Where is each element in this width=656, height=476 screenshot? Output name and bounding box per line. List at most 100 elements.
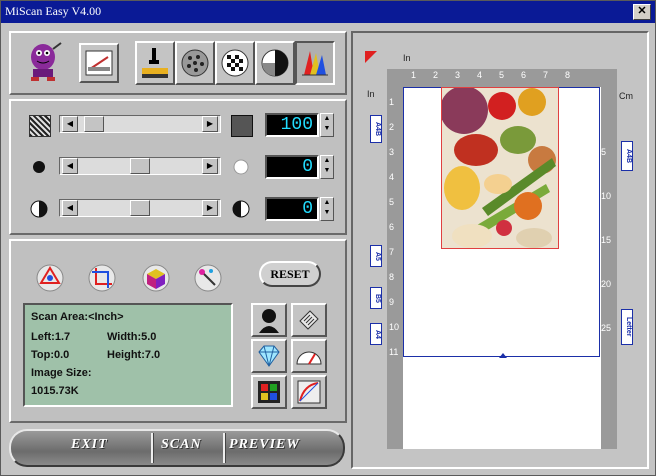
contrast-spinner[interactable]: ▲ ▼ bbox=[320, 197, 334, 221]
resolution-display[interactable]: 100 bbox=[265, 113, 319, 137]
mascot-icon[interactable] bbox=[25, 39, 65, 83]
page-size-tab-a5[interactable]: A5 bbox=[370, 245, 382, 267]
contrast-thumb[interactable] bbox=[130, 200, 150, 216]
scan-button[interactable]: SCAN bbox=[161, 437, 202, 453]
left-ruler-tick: 1 bbox=[389, 97, 395, 107]
left-ruler-tick: 9 bbox=[389, 297, 395, 307]
color-cube-icon bbox=[142, 264, 170, 292]
brightness-left-arrow[interactable]: ◀ bbox=[62, 158, 78, 174]
app-window: MiScan Easy V4.00 ✕ ◀ ▶ 100 ▲ ▼ ◀ ▶ 0 ▲ … bbox=[0, 0, 656, 476]
resolution-slider[interactable]: ◀ ▶ bbox=[59, 115, 221, 133]
selection-handle[interactable] bbox=[499, 353, 507, 358]
right-ruler: 5 10 15 20 25 bbox=[601, 83, 615, 373]
left-ruler-tick: 5 bbox=[389, 197, 395, 207]
top-ruler-tick: 6 bbox=[521, 70, 527, 80]
left-unit-label: In bbox=[367, 89, 375, 99]
contrast-mode-button[interactable] bbox=[255, 41, 295, 85]
preview-panel: In In Cm 1 2 3 4 5 6 7 8 1 2 3 4 5 6 7 8 9 10 11 5 10 15 20 2… bbox=[351, 31, 649, 469]
left-ruler-tick: 8 bbox=[389, 272, 395, 282]
resolution-fine-icon bbox=[231, 115, 253, 137]
brightness-slider[interactable]: ◀ ▶ bbox=[59, 157, 221, 175]
color-balance-button[interactable] bbox=[35, 263, 65, 293]
color-icon bbox=[302, 51, 328, 76]
top-ruler-tick: 4 bbox=[477, 70, 483, 80]
title-bar: MiScan Easy V4.00 ✕ bbox=[1, 1, 655, 23]
action-separator bbox=[151, 433, 154, 463]
top-ruler-tick: 5 bbox=[499, 70, 505, 80]
page-size-tab-a4b-left[interactable]: A4B bbox=[370, 115, 382, 143]
document-icon bbox=[299, 310, 319, 330]
left-ruler-tick: 10 bbox=[389, 322, 400, 332]
resolution-thumb[interactable] bbox=[84, 116, 104, 132]
reset-button[interactable]: RESET bbox=[259, 261, 321, 287]
width-value: Width:5.0 bbox=[107, 331, 157, 343]
scanner-button[interactable] bbox=[79, 43, 119, 83]
contrast-low-icon bbox=[29, 199, 49, 219]
preview-image[interactable] bbox=[441, 87, 559, 249]
contrast-display[interactable]: 0 bbox=[265, 197, 319, 221]
color-cube-button[interactable] bbox=[141, 263, 171, 293]
brightness-high-icon bbox=[231, 157, 251, 177]
gem-button[interactable] bbox=[251, 339, 287, 373]
curve-button[interactable] bbox=[291, 375, 327, 409]
left-ruler-tick: 6 bbox=[389, 222, 395, 232]
right-ruler-tick: 25 bbox=[601, 323, 612, 333]
document-button[interactable] bbox=[291, 303, 327, 337]
origin-marker-icon[interactable] bbox=[365, 51, 377, 63]
top-unit-label: In bbox=[403, 53, 411, 63]
curve-icon bbox=[297, 380, 321, 404]
resolution-icon bbox=[29, 115, 51, 137]
brightness-display[interactable]: 0 bbox=[265, 155, 319, 179]
highlight-shadow-icon bbox=[142, 48, 168, 78]
page-size-tab-a4[interactable]: A4 bbox=[370, 323, 382, 345]
page-size-tab-letter[interactable]: Letter bbox=[621, 309, 633, 345]
contrast-slider[interactable]: ◀ ▶ bbox=[59, 199, 221, 217]
height-value: Height:7.0 bbox=[107, 349, 161, 361]
resolution-left-arrow[interactable]: ◀ bbox=[62, 116, 78, 132]
top-value: Top:0.0 bbox=[31, 349, 70, 361]
right-ruler-tick: 20 bbox=[601, 279, 612, 289]
left-ruler-tick: 4 bbox=[389, 172, 395, 182]
resolution-right-arrow[interactable]: ▶ bbox=[202, 116, 218, 132]
contrast-icon bbox=[261, 49, 289, 77]
brightness-spinner[interactable]: ▲ ▼ bbox=[320, 155, 334, 179]
left-ruler-tick: 7 bbox=[389, 247, 395, 257]
close-button[interactable]: ✕ bbox=[633, 4, 651, 20]
brightness-icon bbox=[29, 157, 49, 177]
left-ruler-tick: 3 bbox=[389, 147, 395, 157]
timer-button[interactable] bbox=[291, 339, 327, 373]
exit-button[interactable]: EXIT bbox=[71, 437, 108, 453]
top-ruler-tick: 2 bbox=[433, 70, 439, 80]
contrast-right-arrow[interactable]: ▶ bbox=[202, 200, 218, 216]
contrast-high-icon bbox=[231, 199, 251, 219]
brightness-right-arrow[interactable]: ▶ bbox=[202, 158, 218, 174]
dither-button[interactable] bbox=[215, 41, 255, 85]
page-size-tab-a4b-right[interactable]: A4B bbox=[621, 141, 633, 171]
highlight-shadow-button[interactable] bbox=[135, 41, 175, 85]
filter-icon bbox=[258, 381, 280, 403]
brightness-thumb[interactable] bbox=[130, 158, 150, 174]
magic-wand-icon bbox=[194, 264, 222, 292]
magic-wand-button[interactable] bbox=[193, 263, 223, 293]
halftone-button[interactable] bbox=[175, 41, 215, 85]
gem-icon bbox=[258, 345, 280, 367]
preview-button[interactable]: PREVIEW bbox=[229, 437, 300, 453]
scanner-icon bbox=[85, 50, 113, 76]
timer-icon bbox=[296, 351, 322, 365]
halftone-icon bbox=[181, 49, 209, 77]
filter-button[interactable] bbox=[251, 375, 287, 409]
top-ruler: 1 2 3 4 5 6 7 8 bbox=[403, 69, 613, 83]
page-size-tab-b5[interactable]: B5 bbox=[370, 287, 382, 309]
toolbar-panel bbox=[9, 31, 347, 95]
right-ruler-tick: 15 bbox=[601, 235, 612, 245]
contrast-left-arrow[interactable]: ◀ bbox=[62, 200, 78, 216]
action-separator bbox=[223, 433, 226, 463]
top-ruler-tick: 8 bbox=[565, 70, 571, 80]
crop-button[interactable] bbox=[87, 263, 117, 293]
image-size-label: Image Size: bbox=[31, 367, 92, 379]
scan-area-label: Scan Area:<Inch> bbox=[31, 311, 124, 323]
top-ruler-tick: 1 bbox=[411, 70, 417, 80]
portrait-button[interactable] bbox=[251, 303, 287, 337]
color-mode-button[interactable] bbox=[295, 41, 335, 85]
resolution-spinner[interactable]: ▲ ▼ bbox=[320, 113, 334, 137]
